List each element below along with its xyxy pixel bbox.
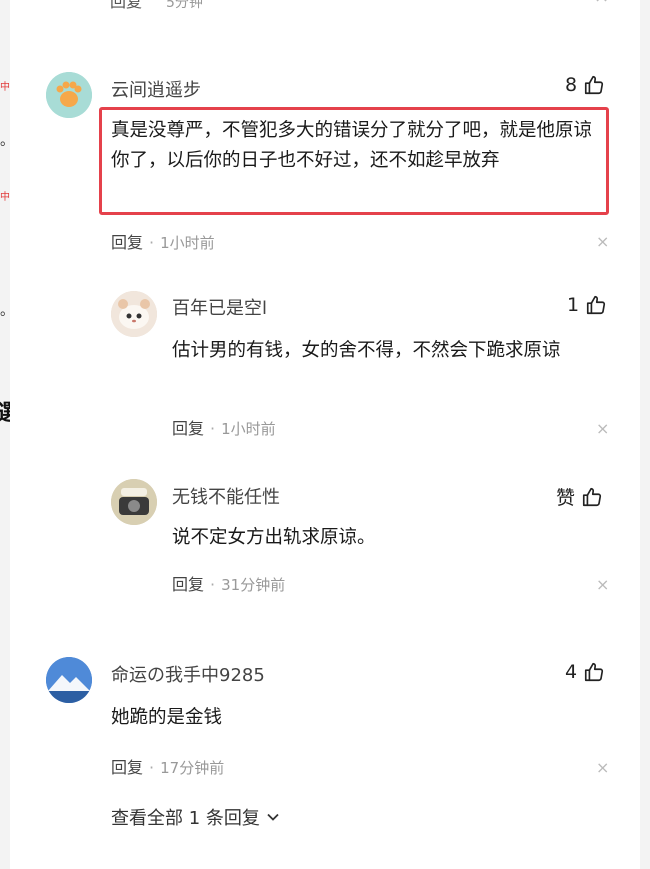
- comment-text: 她跪的是金钱: [111, 707, 223, 728]
- partial-comment-meta: 回复 5分钟: [110, 0, 203, 12]
- like-button[interactable]: 1: [567, 294, 607, 316]
- like-button[interactable]: 4: [565, 661, 605, 683]
- reply-meta: 回复 · 31分钟前: [172, 575, 286, 594]
- comment-text: 真是没尊严，不管犯多大的错误分了就分了吧，就是他原谅你了，以后你的日子也不好过，…: [111, 120, 593, 171]
- like-count: 4: [565, 661, 578, 683]
- reply-text: 估计男的有钱，女的舍不得，不然会下跪求原谅: [172, 340, 561, 361]
- timestamp: 1小时前: [160, 234, 215, 252]
- timestamp: 1小时前: [221, 420, 276, 438]
- close-icon[interactable]: ×: [594, 0, 609, 7]
- username[interactable]: 无钱不能任性: [172, 483, 280, 509]
- avatar[interactable]: [111, 291, 157, 337]
- like-button[interactable]: 8: [565, 74, 605, 96]
- comment-meta: 回复 · 1小时前: [111, 233, 215, 252]
- like-count: 1: [567, 294, 580, 316]
- comment-meta: 回复 · 17分钟前: [111, 758, 225, 777]
- thumbs-up-icon: [587, 295, 606, 315]
- thumbs-up-icon: [585, 662, 604, 682]
- username[interactable]: 云间逍遥步: [111, 76, 201, 102]
- left-fragment: 中: [0, 192, 10, 203]
- reply-button[interactable]: 回复: [111, 233, 143, 252]
- view-all-replies-button[interactable]: 查看全部 1 条回复: [111, 804, 280, 830]
- chevron-down-icon: [267, 813, 279, 821]
- reply-button[interactable]: 回复: [172, 419, 204, 438]
- close-icon[interactable]: ×: [596, 758, 609, 777]
- reply-button[interactable]: 回复: [172, 575, 204, 594]
- timestamp: 31分钟前: [221, 576, 286, 594]
- username[interactable]: 百年已是空l: [172, 294, 267, 320]
- timestamp: 17分钟前: [160, 759, 225, 777]
- timestamp: 5分钟: [166, 0, 203, 11]
- left-edge-strip: 中 。 中 。 選: [0, 0, 19, 869]
- reply-text: 说不定女方出轨求原谅。: [172, 527, 376, 548]
- reply-button[interactable]: 回复: [110, 0, 142, 11]
- reply-button[interactable]: 回复: [111, 758, 143, 777]
- thumbs-up-icon: [582, 487, 602, 506]
- like-button[interactable]: 赞: [556, 483, 603, 510]
- close-icon[interactable]: ×: [596, 232, 609, 251]
- thumbs-up-icon: [585, 75, 604, 95]
- close-icon[interactable]: ×: [596, 419, 609, 438]
- view-all-label: 查看全部 1 条回复: [111, 808, 260, 829]
- username[interactable]: 命运の我手中9285: [111, 661, 265, 687]
- left-fragment: 中: [0, 82, 10, 93]
- avatar[interactable]: [46, 72, 92, 118]
- like-label: 赞: [556, 487, 576, 509]
- reply-meta: 回复 · 1小时前: [172, 419, 276, 438]
- avatar[interactable]: [111, 479, 157, 525]
- avatar[interactable]: [46, 657, 92, 703]
- like-count: 8: [565, 74, 578, 96]
- close-icon[interactable]: ×: [596, 575, 609, 594]
